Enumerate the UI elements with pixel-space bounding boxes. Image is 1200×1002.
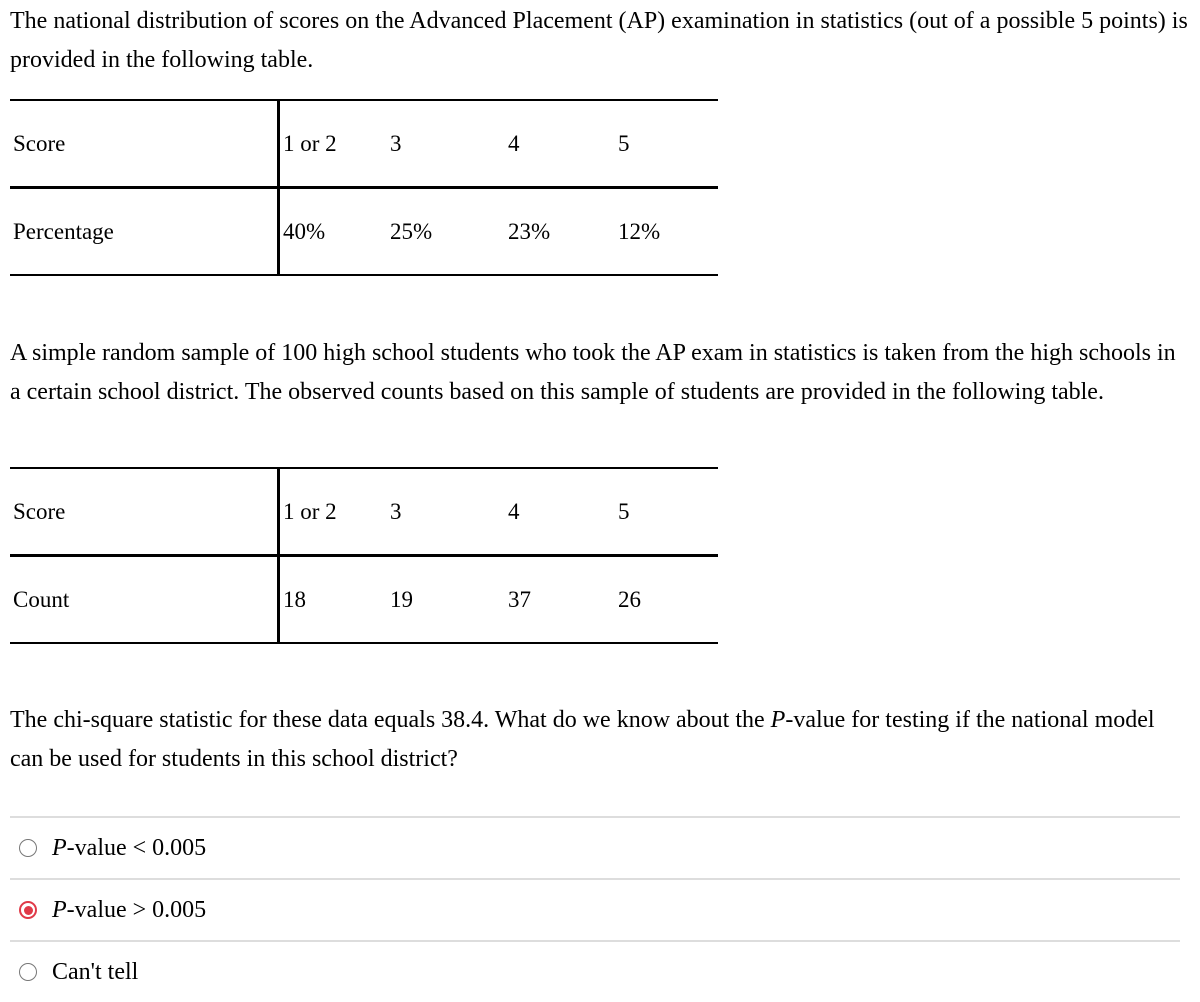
table-row: Score 1 or 2 3 4 5 <box>10 99 718 189</box>
score-cell: 5 <box>618 99 718 189</box>
radio-button-unchecked[interactable] <box>19 839 37 857</box>
answer-option-p-less[interactable]: P-value < 0.005 <box>10 816 1180 878</box>
radio-button-checked[interactable] <box>19 901 37 919</box>
percentage-cell: 40% <box>277 187 388 276</box>
table-row: Count 18 19 37 26 <box>10 555 718 644</box>
percentage-cell: 12% <box>618 187 718 276</box>
answer-option-p-greater[interactable]: P-value > 0.005 <box>10 878 1180 940</box>
count-cell: 37 <box>505 555 618 644</box>
percentage-cell: 23% <box>505 187 618 276</box>
table-row: Percentage 40% 25% 23% 12% <box>10 187 718 276</box>
row-header-count: Count <box>10 555 279 644</box>
score-cell: 5 <box>618 467 718 557</box>
count-cell: 18 <box>277 555 388 644</box>
percentage-cell: 25% <box>388 187 505 276</box>
count-cell: 19 <box>388 555 505 644</box>
option-p-symbol: P <box>52 896 67 923</box>
count-cell: 26 <box>618 555 718 644</box>
option-label: P-value > 0.005 <box>52 897 206 924</box>
score-cell: 4 <box>505 467 618 557</box>
national-distribution-table: Score 1 or 2 3 4 5 Percentage 40% 25% 23… <box>10 99 718 276</box>
question-p-symbol: P <box>770 707 786 733</box>
table-row: Score 1 or 2 3 4 5 <box>10 467 718 557</box>
score-cell: 1 or 2 <box>277 467 388 557</box>
answer-option-cant-tell[interactable]: Can't tell <box>10 940 1180 1002</box>
sample-paragraph: A simple random sample of 100 high schoo… <box>10 340 1176 405</box>
answer-options: P-value < 0.005 P-value > 0.005 Can't te… <box>10 816 1180 1002</box>
score-cell: 1 or 2 <box>277 99 388 189</box>
option-text: -value < 0.005 <box>66 834 207 861</box>
sample-counts-table: Score 1 or 2 3 4 5 Count 18 19 37 26 <box>10 467 718 644</box>
option-label: P-value < 0.005 <box>52 835 206 862</box>
score-cell: 3 <box>388 99 505 189</box>
question-text-start: The chi-square statistic for these data … <box>10 707 771 733</box>
question-text: The chi-square statistic for these data … <box>10 701 1190 779</box>
score-cell: 4 <box>505 99 618 189</box>
option-text: Can't tell <box>52 958 139 985</box>
row-header-score: Score <box>10 467 279 557</box>
option-text: -value > 0.005 <box>66 896 207 923</box>
row-header-percentage: Percentage <box>10 187 279 276</box>
score-cell: 3 <box>388 467 505 557</box>
option-label: Can't tell <box>52 959 138 986</box>
option-p-symbol: P <box>52 834 67 861</box>
row-header-score: Score <box>10 99 279 189</box>
radio-button-unchecked[interactable] <box>19 963 37 981</box>
intro-paragraph: The national distribution of scores on t… <box>10 8 1188 73</box>
